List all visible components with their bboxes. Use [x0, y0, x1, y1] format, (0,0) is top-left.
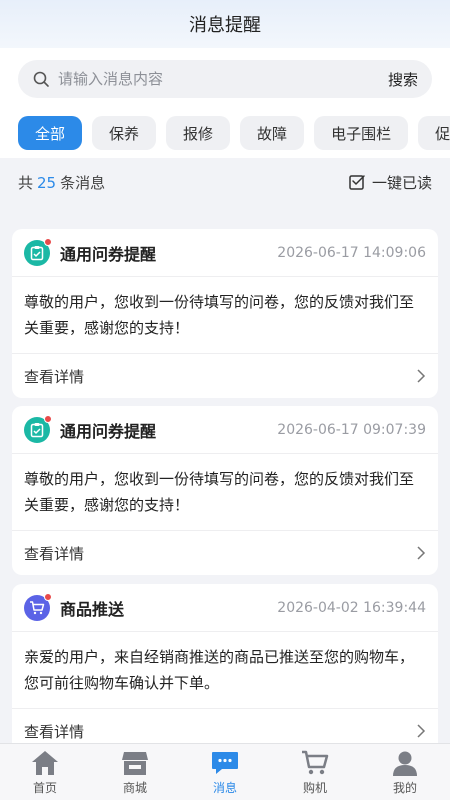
filter-chip-geofence[interactable]: 电子围栏 — [314, 116, 409, 150]
chevron-right-icon — [417, 369, 426, 383]
store-icon — [122, 751, 148, 775]
message-summary: 共 25 条消息 一键已读 — [18, 170, 432, 194]
message-card[interactable]: 通用问券提醒 2026-06-17 14:09:06 尊敬的用户，您收到一份待填… — [12, 229, 438, 398]
home-icon — [32, 750, 58, 775]
mark-all-read-button[interactable]: 一键已读 — [348, 172, 432, 193]
card-body: 尊敬的用户，您收到一份待填写的问卷，您的反馈对我们至关重要，感谢您的支持！ — [12, 454, 438, 531]
view-details-link[interactable]: 查看详情 — [12, 531, 438, 575]
filter-chip-maintenance[interactable]: 保养 — [92, 116, 157, 150]
card-header: 通用问券提醒 2026-06-17 14:09:06 — [12, 229, 438, 277]
unread-dot — [44, 592, 52, 601]
filter-chips: 全部 保养 报修 故障 电子围栏 促 — [18, 116, 450, 150]
message-count: 共 25 条消息 — [18, 173, 106, 192]
search-input[interactable] — [58, 70, 388, 88]
card-header: 商品推送 2026-04-02 16:39:44 — [12, 584, 438, 632]
chevron-right-icon — [417, 724, 426, 738]
chat-bubble-icon — [212, 751, 238, 774]
card-time: 2026-04-02 16:39:44 — [277, 599, 426, 616]
message-card[interactable]: 商品推送 2026-04-02 16:39:44 亲爱的用户，来自经销商推送的商… — [12, 584, 438, 753]
bottom-tab-bar: 首页 商城 消息 购机 我的 — [0, 743, 450, 800]
card-header: 通用问券提醒 2026-06-17 09:07:39 — [12, 406, 438, 454]
filter-chip-promo[interactable]: 促 — [418, 116, 450, 150]
tab-home[interactable]: 首页 — [0, 744, 90, 800]
search-bar: 搜索 — [18, 60, 432, 98]
tab-mall[interactable]: 商城 — [90, 744, 180, 800]
tab-purchase[interactable]: 购机 — [270, 744, 360, 800]
view-details-link[interactable]: 查看详情 — [12, 354, 438, 398]
filter-chip-all[interactable]: 全部 — [18, 116, 83, 150]
card-title: 商品推送 — [60, 599, 125, 619]
tab-profile[interactable]: 我的 — [360, 744, 450, 800]
search-icon — [33, 71, 49, 87]
card-time: 2026-06-17 14:09:06 — [277, 244, 426, 261]
unread-dot — [44, 414, 52, 423]
cart-icon — [302, 750, 329, 774]
cart-icon — [24, 592, 52, 621]
filter-chip-repair[interactable]: 报修 — [166, 116, 231, 150]
card-time: 2026-06-17 09:07:39 — [277, 421, 426, 438]
count-number: 25 — [37, 173, 57, 192]
page-title: 消息提醒 — [189, 15, 261, 36]
tab-messages[interactable]: 消息 — [180, 744, 270, 800]
filter-chip-fault[interactable]: 故障 — [240, 116, 305, 150]
card-body: 亲爱的用户，来自经销商推送的商品已推送至您的购物车，您可前往购物车确认并下单。 — [12, 632, 438, 709]
mark-read-icon — [349, 175, 365, 190]
chevron-right-icon — [417, 546, 426, 560]
unread-dot — [44, 237, 52, 246]
header: 消息提醒 — [0, 0, 450, 48]
card-body: 尊敬的用户，您收到一份待填写的问卷，您的反馈对我们至关重要，感谢您的支持！ — [12, 277, 438, 354]
card-title: 通用问券提醒 — [60, 244, 157, 264]
search-button[interactable]: 搜索 — [388, 69, 418, 90]
clipboard-icon — [24, 414, 52, 443]
card-title: 通用问券提醒 — [60, 421, 157, 441]
clipboard-icon — [24, 237, 52, 266]
message-card[interactable]: 通用问券提醒 2026-06-17 09:07:39 尊敬的用户，您收到一份待填… — [12, 406, 438, 575]
top-area: 消息提醒 搜索 全部 保养 报修 故障 电子围栏 促 — [0, 0, 450, 158]
user-icon — [393, 751, 417, 776]
